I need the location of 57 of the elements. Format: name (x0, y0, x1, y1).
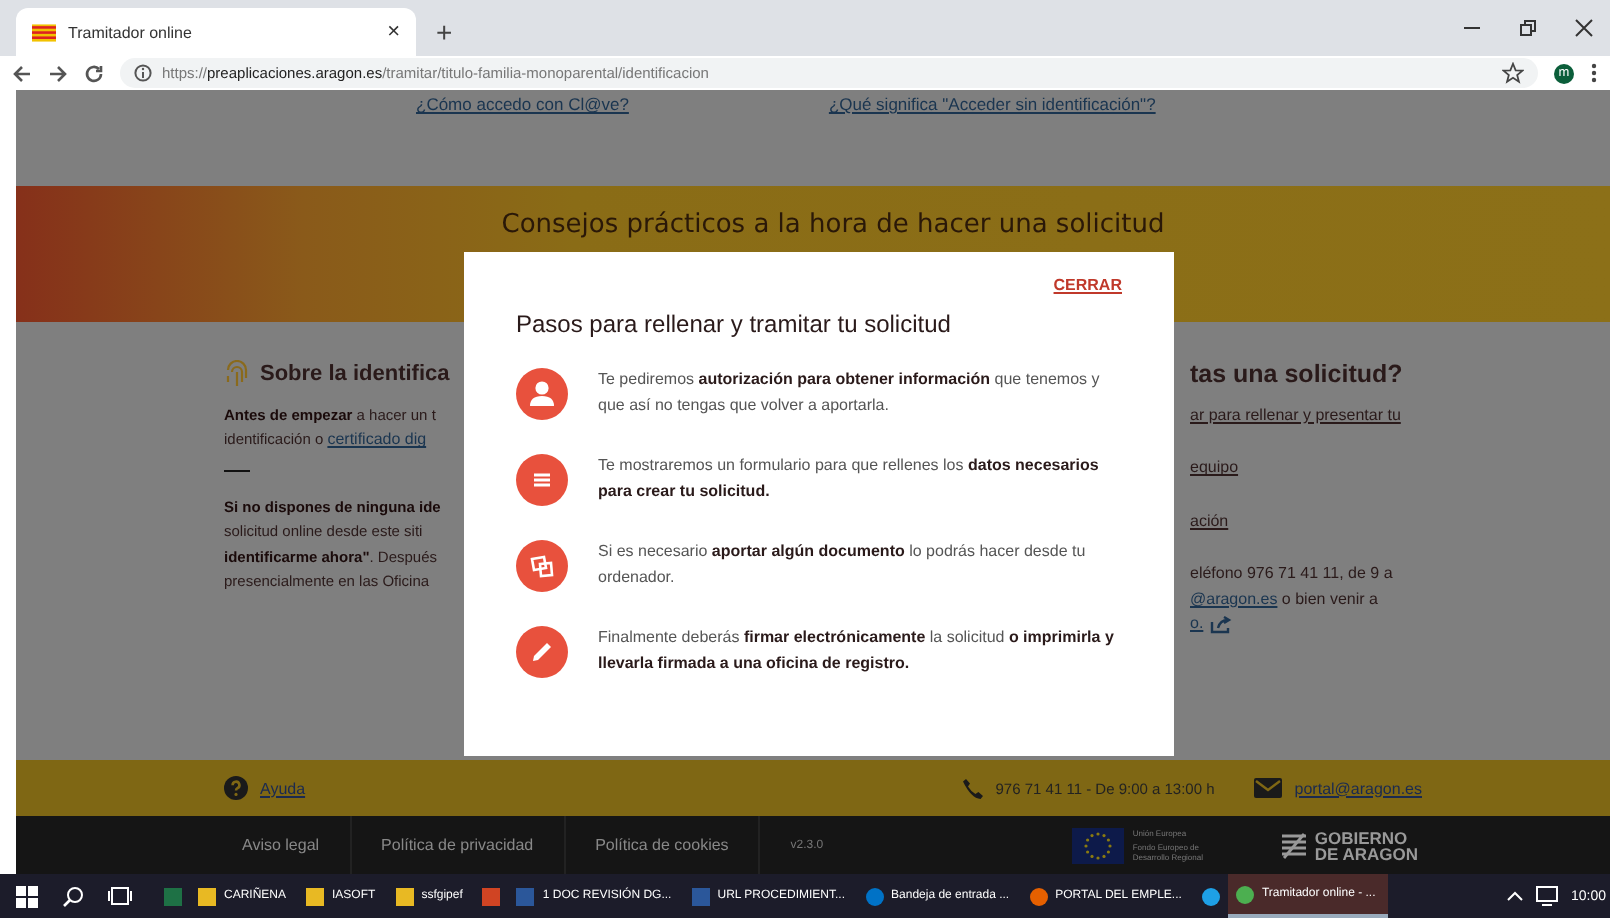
star-icon[interactable] (1502, 62, 1524, 84)
chevron-up-icon[interactable] (1506, 890, 1525, 902)
app-icon (1029, 887, 1048, 905)
restore-icon[interactable] (1518, 18, 1538, 38)
flag-icon (32, 23, 56, 41)
windows-start-icon[interactable] (16, 885, 38, 907)
office-link[interactable]: o. (1190, 612, 1204, 638)
eu-flag-icon (1072, 827, 1125, 863)
government-logo-text: GOBIERNO (1314, 829, 1410, 845)
banner-title: Consejos prácticos a la hora de hacer una solicitud (501, 209, 1165, 242)
close-tab-button[interactable]: × (387, 20, 400, 44)
back-icon[interactable] (12, 63, 32, 83)
step-text: Te mostraremos un formulario para que rellenes los datos necesarios para crear tu solicitud. (598, 454, 1101, 504)
new-tab-button[interactable]: + (436, 16, 453, 48)
section-heading: Sobre la identifica (260, 361, 450, 386)
search-icon[interactable] (62, 885, 84, 907)
folder-icon (395, 887, 414, 905)
email-link[interactable]: @aragon.es (1190, 589, 1278, 608)
body-text: @aragon.es o bien venir a (1190, 587, 1380, 612)
info-icon (134, 64, 152, 82)
browser-tab[interactable]: Tramitador online × (16, 8, 416, 56)
close-icon[interactable] (1574, 18, 1594, 38)
help-icon (224, 776, 248, 801)
menu-icon[interactable] (1590, 62, 1598, 84)
documents-icon (516, 540, 568, 592)
fingerprint-icon (224, 359, 250, 388)
help-link[interactable]: ¿Qué significa "Acceder sin identificación"? (828, 93, 1156, 114)
dialog-title: Pasos para rellenar y tramitar tu solicitud (516, 310, 953, 338)
external-link-icon[interactable] (1209, 616, 1232, 635)
app-icon (164, 887, 182, 905)
envelope-icon (1254, 778, 1283, 799)
task-view-icon[interactable] (108, 886, 132, 906)
step-text: Si es necesario aportar algún documento lo podrás hacer desde tu ordenador. (598, 540, 1088, 590)
app-icon (691, 887, 710, 905)
notification-icon[interactable] (1536, 886, 1559, 906)
info-link[interactable]: equipo (1190, 456, 1610, 482)
help-link[interactable]: ¿Cómo accedo con Cl@ve? (416, 93, 629, 114)
government-emblem-icon (1280, 831, 1309, 859)
person-icon (516, 368, 568, 420)
folder-icon (306, 887, 325, 905)
certificate-link[interactable]: certificado dig (327, 430, 427, 449)
step-text: Te pediremos autorización para obtener información que tenemos y que así no tengas que volver a aportarla. (598, 368, 1102, 418)
phone-icon (961, 777, 984, 800)
info-link[interactable]: ación (1190, 509, 1610, 535)
forward-icon[interactable] (48, 63, 68, 83)
close-link[interactable]: CERRAR (1053, 276, 1122, 294)
folder-icon (198, 887, 216, 905)
app-icon (865, 887, 884, 905)
list-icon (516, 454, 568, 506)
government-logo-text: DE ARAGON (1314, 845, 1418, 861)
reload-icon[interactable] (84, 63, 104, 83)
tab-title: Tramitador online (68, 23, 194, 41)
info-link[interactable]: ar para rellenar y presentar tu (1190, 403, 1610, 429)
body-text: eléfono 976 71 41 11, de 9 a (1190, 562, 1395, 587)
pencil-icon (516, 626, 568, 678)
step-text: Finalmente deberás firmar electrónicamente la solicitud o imprimirla y llevarla firmada a una oficina de registro. (598, 626, 1116, 676)
section-heading: tas una solicitud? (1190, 359, 1405, 388)
